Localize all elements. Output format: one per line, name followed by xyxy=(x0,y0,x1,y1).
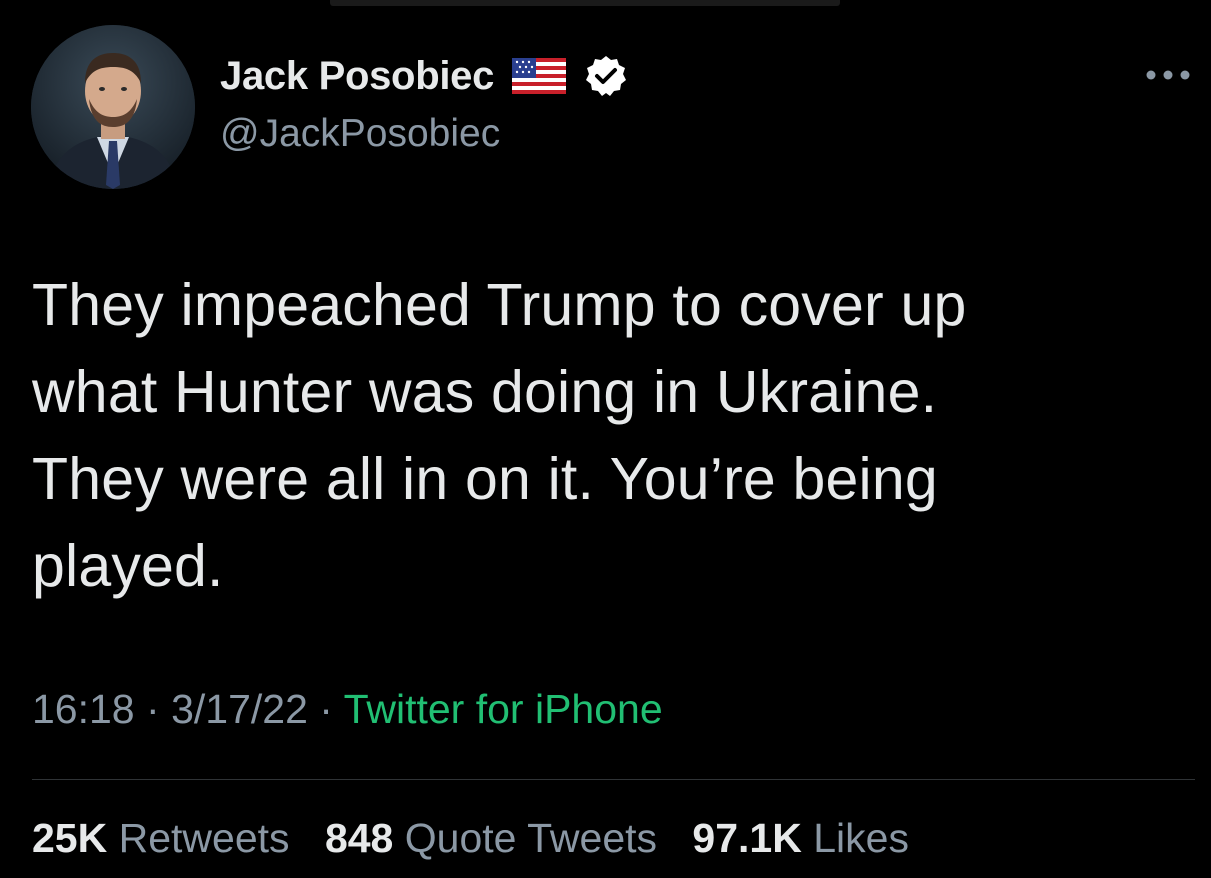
tweet-date[interactable]: 3/17/22 xyxy=(171,686,308,732)
divider xyxy=(32,779,1195,780)
verified-badge-icon xyxy=(586,56,627,96)
avatar[interactable] xyxy=(31,25,195,189)
tweet-stats: 25K Retweets 848 Quote Tweets 97.1K Like… xyxy=(32,815,933,862)
tweet-time[interactable]: 16:18 xyxy=(32,686,135,732)
tweet-metadata: 16:18 · 3/17/22 · Twitter for iPhone xyxy=(32,686,663,733)
top-edge-shadow xyxy=(330,0,840,6)
likes-count: 97.1K xyxy=(692,815,802,861)
meta-separator: · xyxy=(319,686,333,732)
quote-tweets-label: Quote Tweets xyxy=(404,815,658,861)
tweet-text: They impeached Trump to cover up what Hu… xyxy=(32,272,967,599)
retweets-count: 25K xyxy=(32,815,108,861)
author-handle[interactable]: @JackPosobiec xyxy=(220,112,500,156)
retweets-stat[interactable]: 25K Retweets xyxy=(32,815,290,861)
likes-stat[interactable]: 97.1K Likes xyxy=(692,815,909,861)
more-options-icon[interactable] xyxy=(1144,68,1192,82)
us-flag-icon xyxy=(512,58,567,94)
meta-separator: · xyxy=(146,686,160,732)
avatar-portrait-icon xyxy=(31,25,195,189)
retweets-label: Retweets xyxy=(118,815,290,861)
author-display-name[interactable]: Jack Posobiec xyxy=(220,54,494,99)
author-name-row[interactable]: Jack Posobiec xyxy=(220,52,628,100)
tweet-source-link[interactable]: Twitter for iPhone xyxy=(344,686,663,732)
quote-tweets-count: 848 xyxy=(324,815,394,861)
likes-label: Likes xyxy=(813,815,909,861)
quote-tweets-stat[interactable]: 848 Quote Tweets xyxy=(325,815,657,861)
